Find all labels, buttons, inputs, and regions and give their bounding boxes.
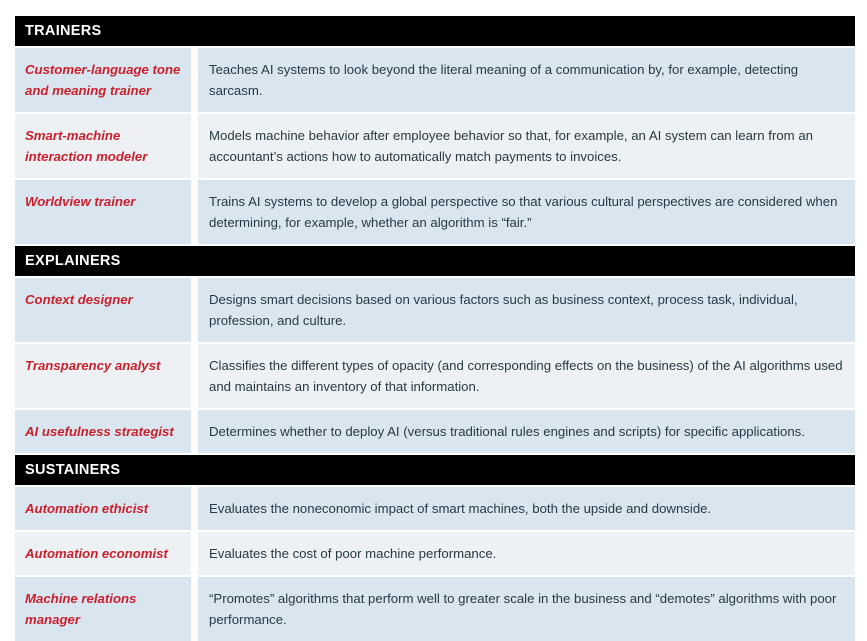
table-section: SUSTAINERS Automation ethicist Evaluates t… (15, 455, 855, 641)
table-row: Automation ethicist Evaluates the nonecon… (15, 487, 855, 530)
role-description: Classifies the different types of opacit… (198, 344, 855, 408)
column-gutter (191, 410, 198, 453)
role-title: Transparency analyst (15, 344, 191, 408)
column-gutter (191, 114, 198, 178)
table-section: TRAINERS Customer-language tone and meani… (15, 16, 855, 244)
column-gutter (191, 344, 198, 408)
role-title: Smart-machine interaction modeler (15, 114, 191, 178)
table-section: EXPLAINERS Context designer Designs smart … (15, 246, 855, 453)
role-title: Customer-language tone and meaning train… (15, 48, 191, 112)
column-gutter (191, 577, 198, 641)
table-row: Transparency analyst Classifies the diffe… (15, 344, 855, 408)
role-title: Machine relations manager (15, 577, 191, 641)
role-description: Models machine behavior after employee b… (198, 114, 855, 178)
column-gutter (191, 48, 198, 112)
role-title: Automation economist (15, 532, 191, 575)
column-gutter (191, 180, 198, 244)
role-description: Trains AI systems to develop a global pe… (198, 180, 855, 244)
role-description: “Promotes” algorithms that perform well … (198, 577, 855, 641)
role-description: Teaches AI systems to look beyond the li… (198, 48, 855, 112)
section-header: TRAINERS (15, 16, 855, 46)
table-row: Worldview trainer Trains AI systems to de… (15, 180, 855, 244)
column-gutter (191, 487, 198, 530)
section-header: EXPLAINERS (15, 246, 855, 276)
table-row: Machine relations manager “Promotes” algo… (15, 577, 855, 641)
table-row: Smart-machine interaction modeler Models … (15, 114, 855, 178)
table-row: Customer-language tone and meaning train… (15, 48, 855, 112)
column-gutter (191, 532, 198, 575)
role-description: Designs smart decisions based on various… (198, 278, 855, 342)
table-row: Context designer Designs smart decisions … (15, 278, 855, 342)
role-title: AI usefulness strategist (15, 410, 191, 453)
role-description: Evaluates the cost of poor machine perfo… (198, 532, 855, 575)
roles-table: TRAINERS Customer-language tone and meani… (15, 16, 855, 641)
role-description: Evaluates the noneconomic impact of smar… (198, 487, 855, 530)
role-title: Automation ethicist (15, 487, 191, 530)
role-description: Determines whether to deploy AI (versus … (198, 410, 855, 453)
table-row: AI usefulness strategist Determines wheth… (15, 410, 855, 453)
column-gutter (191, 278, 198, 342)
role-title: Context designer (15, 278, 191, 342)
table-row: Automation economist Evaluates the cost o… (15, 532, 855, 575)
role-title: Worldview trainer (15, 180, 191, 244)
section-header: SUSTAINERS (15, 455, 855, 485)
